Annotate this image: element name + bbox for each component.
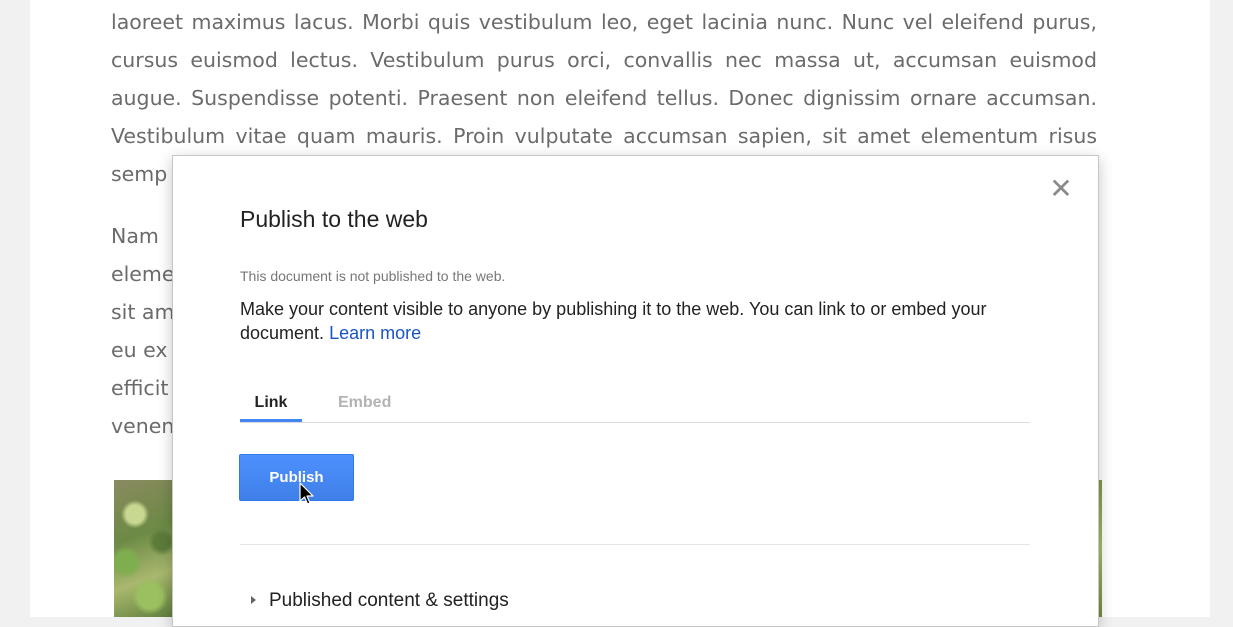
dialog-description: Make your content visible to anyone by p…	[240, 297, 1020, 345]
divider	[240, 544, 1030, 545]
learn-more-link[interactable]: Learn more	[329, 323, 421, 343]
document-line: efficit	[111, 376, 169, 400]
published-settings-label: Published content & settings	[269, 590, 509, 611]
published-settings-toggle[interactable]: Published content & settings	[251, 590, 509, 614]
document-line: venen	[111, 414, 175, 438]
tab-embed[interactable]: Embed	[338, 392, 391, 422]
document-line: eleme	[111, 262, 175, 286]
close-icon[interactable]: ✕	[1046, 174, 1076, 204]
document-image	[114, 480, 174, 617]
publish-status: This document is not published to the we…	[240, 268, 506, 284]
mouse-cursor-icon	[299, 482, 314, 505]
document-line: cursus euismod lectus. Vestibulum purus …	[111, 48, 1097, 72]
document-line: laoreet maximus lacus. Morbi quis vestib…	[111, 10, 1097, 34]
triangle-right-icon	[251, 596, 256, 604]
tab-link[interactable]: Link	[240, 392, 302, 422]
publish-button[interactable]: Publish	[239, 454, 354, 501]
document-line: augue. Suspendisse potenti. Praesent non…	[111, 86, 1097, 110]
page-margin	[0, 0, 30, 617]
document-line: Vestibulum vitae quam mauris. Proin vulp…	[111, 124, 1097, 148]
dialog-title: Publish to the web	[240, 206, 428, 232]
document-line: Nam	[111, 224, 159, 248]
publish-dialog: ✕ Publish to the web This document is no…	[172, 155, 1099, 627]
document-paragraph: Nam eleme sit am eu ex efficit venen	[111, 217, 175, 445]
publish-tabs: Link Embed	[240, 388, 1030, 423]
document-line: eu ex	[111, 338, 168, 362]
document-line: sit am	[111, 300, 175, 324]
